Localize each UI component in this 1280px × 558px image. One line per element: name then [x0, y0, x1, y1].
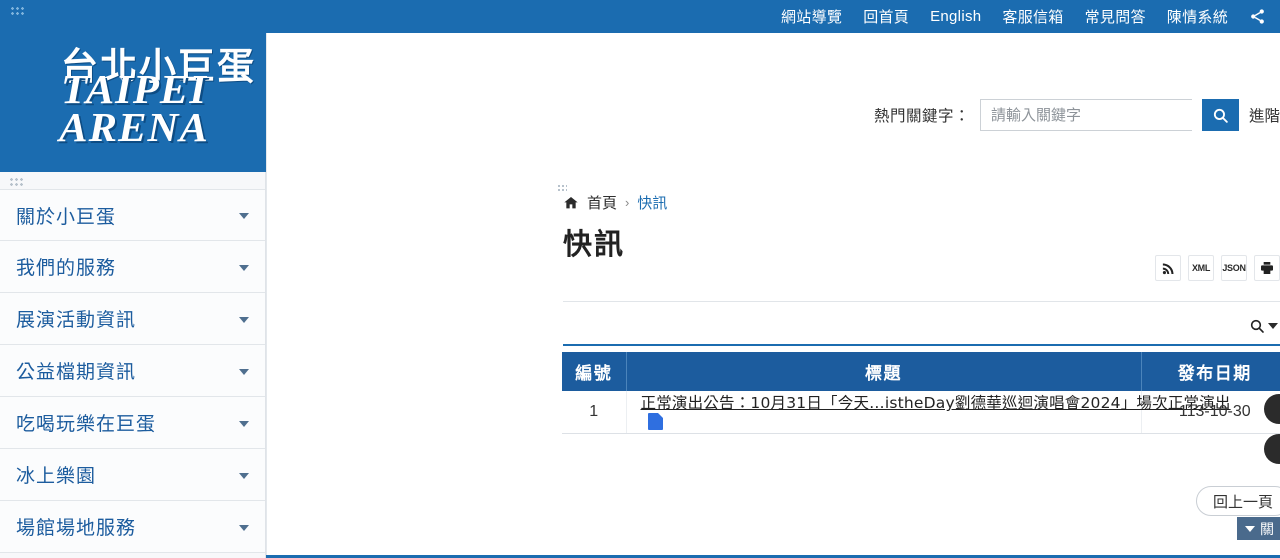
table-header-row: 編號 標題 發布日期	[562, 352, 1280, 391]
close-panel-label: 關	[1260, 520, 1274, 537]
breadcrumb: 首頁 › 快訊	[557, 184, 667, 213]
back-button[interactable]: 回上一頁	[1195, 486, 1280, 516]
chevron-down-icon	[239, 472, 249, 479]
table-search-toggle[interactable]	[1249, 318, 1278, 334]
breadcrumb-separator: ›	[625, 195, 630, 210]
topbar-link-sitemap[interactable]: 網站導覽	[781, 6, 842, 27]
page-root: 網站導覽 回首頁 English 客服信箱 常見問答 陳情系統 台北小巨蛋 TA…	[0, 0, 1280, 558]
search-submit-button[interactable]	[1201, 99, 1239, 131]
chevron-down-icon	[1268, 323, 1278, 329]
sidebar-item-events[interactable]: 展演活動資訊	[0, 293, 265, 345]
chevron-down-icon	[239, 524, 249, 531]
search-label: 熱門關鍵字：	[873, 107, 970, 125]
column-header-no[interactable]: 編號	[562, 352, 627, 391]
sidebar-item-label: 場館場地服務	[16, 517, 137, 539]
format-buttons: XML JSON	[1155, 255, 1280, 281]
topbar-link-contact[interactable]: 客服信箱	[1002, 6, 1063, 27]
json-icon[interactable]: JSON	[1221, 255, 1247, 281]
close-panel-tab[interactable]: 關	[1237, 517, 1280, 540]
news-table-head: 編號 標題 發布日期	[562, 352, 1280, 391]
printer-icon[interactable]	[1254, 255, 1280, 281]
sidebar-item-label: 我們的服務	[16, 257, 117, 279]
title-divider	[563, 301, 1280, 302]
sidebar-item-label: 冰上樂園	[16, 465, 97, 487]
share-icon[interactable]	[1249, 8, 1266, 25]
chevron-down-icon	[239, 368, 249, 375]
advanced-search-link[interactable]: 進階	[1249, 104, 1280, 126]
site-logo-panel[interactable]: 台北小巨蛋 TAIPEI ARENA	[0, 0, 266, 172]
top-utility-bar: 網站導覽 回首頁 English 客服信箱 常見問答 陳情系統	[266, 0, 1280, 33]
xml-label: XML	[1191, 263, 1211, 273]
share-document-icon[interactable]	[647, 413, 663, 431]
drag-dots-icon	[10, 6, 24, 15]
chevron-down-icon	[1245, 525, 1255, 532]
sidebar-item-label: 關於小巨蛋	[16, 205, 117, 228]
logo-english-text: TAIPEI ARENA	[59, 66, 209, 150]
chevron-down-icon	[239, 264, 249, 271]
main-content: 熱門關鍵字： 進階 首頁 › 快訊 快訊	[266, 33, 1280, 558]
sidebar-item-ice-park[interactable]: 冰上樂園	[0, 449, 265, 501]
floating-action-buttons	[1264, 394, 1280, 474]
table-row: 1 正常演出公告：10月31日「今天…istheDay劉德華巡迴演唱會2024」…	[562, 391, 1280, 434]
sidebar-item-dining-entertainment[interactable]: 吃喝玩樂在巨蛋	[0, 397, 265, 449]
sidebar-item-charity-schedule[interactable]: 公益檔期資訊	[0, 345, 265, 397]
floating-button-top[interactable]	[1264, 394, 1280, 424]
chevron-down-icon	[239, 213, 249, 219]
floating-button-bottom[interactable]	[1264, 434, 1280, 464]
column-header-title[interactable]: 標題	[626, 352, 1142, 391]
search-input[interactable]	[979, 99, 1192, 131]
home-icon[interactable]	[563, 195, 579, 211]
topbar-link-faq[interactable]: 常見問答	[1085, 6, 1146, 27]
sidebar-item-label: 吃喝玩樂在巨蛋	[16, 413, 157, 435]
sidebar-item-about[interactable]: 關於小巨蛋	[0, 189, 265, 241]
cell-title: 正常演出公告：10月31日「今天…istheDay劉德華巡迴演唱會2024」場次…	[626, 391, 1230, 434]
chevron-down-icon	[239, 316, 249, 323]
search-icon	[1250, 319, 1264, 333]
sidebar-item-services[interactable]: 我們的服務	[0, 241, 265, 293]
news-table-wrapper: 編號 標題 發布日期 1 正常演出公告：10月31日「今天…istheDay劉德…	[562, 352, 1280, 434]
page-title: 快訊	[563, 227, 626, 261]
sidebar-item-label: 展演活動資訊	[16, 309, 137, 331]
sidebar-nav: 關於小巨蛋 我們的服務 展演活動資訊 公益檔期資訊 吃喝玩樂在巨蛋 冰上樂園 場…	[0, 172, 266, 558]
xml-icon[interactable]: XML	[1188, 255, 1214, 281]
rss-icon[interactable]	[1155, 255, 1181, 281]
column-header-date[interactable]: 發布日期	[1141, 352, 1280, 391]
site-logo[interactable]: 台北小巨蛋 TAIPEI ARENA	[8, 48, 260, 147]
sidebar-drag-dots-icon	[9, 177, 23, 186]
topbar-link-home[interactable]: 回首頁	[863, 6, 909, 27]
breadcrumb-home-label[interactable]: 首頁	[587, 192, 617, 213]
site-search: 熱門關鍵字： 進階	[874, 99, 1280, 131]
news-table-body: 1 正常演出公告：10月31日「今天…istheDay劉德華巡迴演唱會2024」…	[562, 391, 1280, 434]
cell-no: 1	[562, 391, 627, 434]
sidebar-item-label: 公益檔期資訊	[16, 361, 137, 383]
breadcrumb-drag-dots-icon	[557, 184, 567, 191]
topbar-link-petition[interactable]: 陳情系統	[1167, 6, 1228, 27]
sidebar-item-venue-services[interactable]: 場館場地服務	[0, 501, 265, 553]
news-table: 編號 標題 發布日期 1 正常演出公告：10月31日「今天…istheDay劉德…	[562, 352, 1280, 434]
topbar-link-english[interactable]: English	[930, 8, 981, 25]
news-title-link[interactable]: 正常演出公告：10月31日「今天…istheDay劉德華巡迴演唱會2024」場次…	[641, 394, 1231, 412]
filter-divider	[563, 344, 1280, 346]
sidebar-item-list: 關於小巨蛋 我們的服務 展演活動資訊 公益檔期資訊 吃喝玩樂在巨蛋 冰上樂園 場…	[0, 189, 265, 553]
chevron-down-icon	[239, 420, 249, 427]
breadcrumb-current-link[interactable]: 快訊	[637, 192, 667, 213]
json-label: JSON	[1222, 263, 1246, 273]
